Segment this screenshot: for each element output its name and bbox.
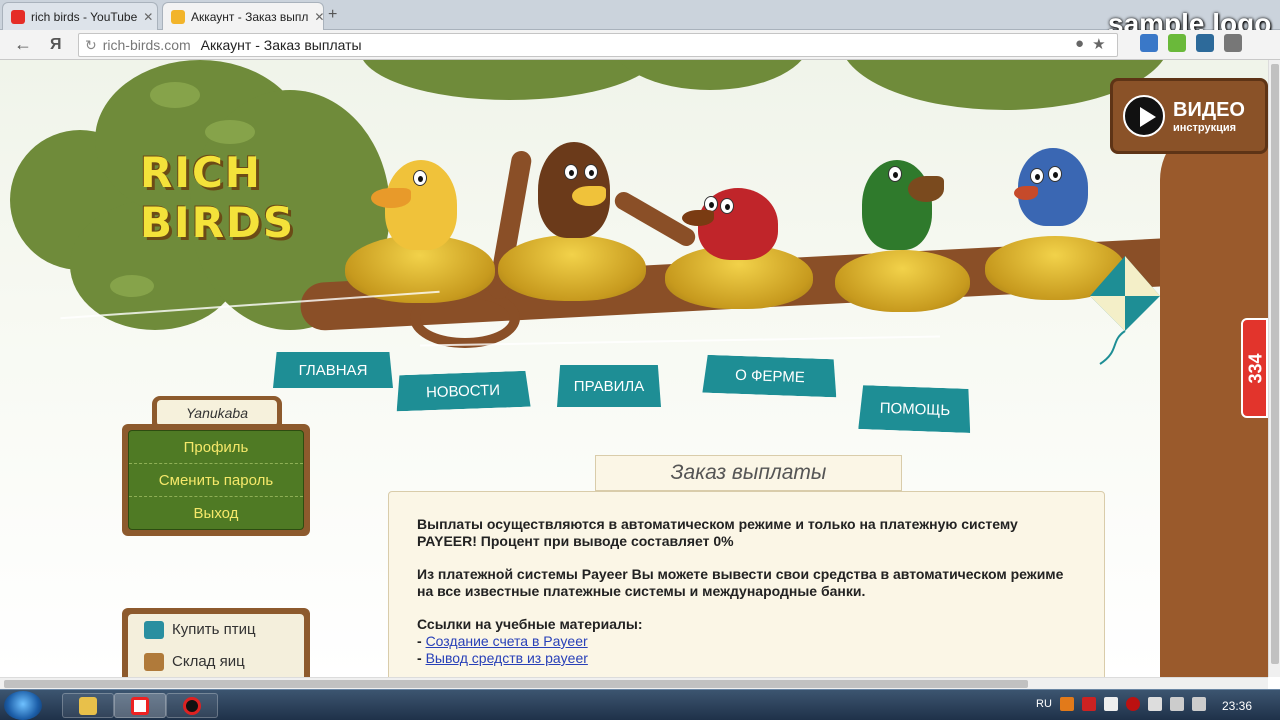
vertical-scrollbar[interactable] (1268, 60, 1280, 677)
back-arrow-icon[interactable]: ← (14, 34, 32, 55)
download-arrow-icon[interactable] (1168, 34, 1186, 52)
cart-icon (144, 621, 164, 639)
content-box: Выплаты осуществляются в автоматическом … (388, 491, 1105, 677)
tab-youtube[interactable]: rich birds - YouTube ✕ (2, 2, 158, 30)
video-instruction-button[interactable]: ВИДЕО инструкция (1110, 78, 1268, 154)
menu-label: Купить птиц (172, 621, 256, 638)
menu-profile[interactable]: Профиль (129, 431, 303, 464)
record-icon (183, 696, 201, 715)
extension-icon[interactable] (1140, 34, 1158, 52)
tree-foliage (110, 275, 154, 297)
bullet: - (417, 633, 426, 649)
browser-tab-bar: rich birds - YouTube ✕ Аккаунт - Заказ в… (0, 0, 1280, 39)
flag-icon[interactable] (1147, 697, 1162, 711)
system-tray: RU (1036, 697, 1206, 711)
user-menu: Профиль Сменить пароль Выход (122, 424, 310, 536)
reload-icon[interactable]: ↻ (85, 37, 97, 54)
green-bird[interactable] (862, 160, 944, 250)
scroll-thumb[interactable] (1271, 64, 1279, 664)
url-field[interactable]: ↻ rich-birds.com Аккаунт - Заказ выплаты (78, 33, 1118, 57)
url-domain: rich-birds.com (102, 37, 191, 53)
nest (498, 235, 646, 301)
links-section: Ссылки на учебные материалы: - Создание … (417, 616, 1076, 667)
content-title: Заказ выплаты (595, 455, 902, 491)
links-heading: Ссылки на учебные материалы: (417, 616, 643, 632)
site-favicon-icon (171, 9, 185, 24)
menu-change-password[interactable]: Сменить пароль (129, 464, 303, 497)
start-button[interactable] (4, 691, 42, 720)
menu-buy-birds[interactable]: Купить птиц (128, 614, 304, 646)
taskbar-yandex-browser[interactable] (114, 693, 166, 718)
tree-foliage (205, 120, 255, 144)
lightbulb-icon[interactable]: ● (1075, 35, 1084, 53)
tree-foliage (610, 60, 810, 90)
link-create-payeer-account[interactable]: Создание счета в Payeer (426, 633, 588, 649)
site-logo[interactable]: RICH BIRDS (140, 148, 295, 248)
side-counter-badge[interactable]: 334 (1241, 318, 1268, 418)
nav-home[interactable]: ГЛАВНАЯ (273, 352, 393, 388)
play-icon (1123, 95, 1165, 137)
kite-decoration (1090, 256, 1160, 365)
payout-info: Выплаты осуществляются в автоматическом … (417, 516, 1018, 549)
tray-icon[interactable] (1081, 697, 1096, 711)
volume-icon[interactable] (1191, 697, 1206, 711)
nest (835, 250, 970, 312)
tab-title: rich birds - YouTube (31, 9, 138, 24)
close-icon[interactable]: ✕ (137, 10, 153, 24)
video-subtitle: инструкция (1173, 121, 1237, 134)
tray-icon[interactable] (1103, 697, 1118, 711)
yellow-bird[interactable] (371, 160, 457, 250)
taskbar-explorer[interactable] (62, 693, 114, 718)
page-viewport: RICH BIRDS ВИДЕО инструкция 334 ГЛАВНАЯ … (0, 60, 1268, 677)
url-page-title: Аккаунт - Заказ выплаты (200, 37, 362, 53)
windows-taskbar: RU 23:36 (0, 689, 1280, 720)
star-icon[interactable]: ★ (1092, 35, 1105, 53)
address-icons: ● ★ (1075, 35, 1106, 53)
link-row: - Создание счета в Payeer (417, 633, 1076, 650)
tab-title: Аккаунт - Заказ выпл (191, 9, 309, 24)
tray-icon[interactable] (1125, 697, 1140, 711)
blue-bird[interactable] (1014, 148, 1088, 226)
bookmark-icon[interactable] (1196, 34, 1214, 52)
tree-foliage (360, 60, 660, 100)
red-bird[interactable] (682, 188, 778, 260)
close-icon[interactable]: ✕ (308, 10, 323, 24)
tray-icon[interactable] (1059, 697, 1074, 711)
yandex-browser-icon (131, 696, 149, 715)
nav-help[interactable]: ПОМОЩЬ (858, 385, 971, 433)
new-tab-button[interactable]: + (328, 6, 337, 24)
extension-icons (1140, 34, 1242, 52)
horizontal-scrollbar[interactable] (0, 677, 1268, 689)
payeer-info: Из платежной системы Payeer Вы можете вы… (417, 566, 1064, 599)
nav-news[interactable]: НОВОСТИ (395, 371, 530, 412)
tree-foliage (150, 82, 200, 108)
folder-icon (79, 696, 97, 715)
link-row: - Вывод средств из payeer (417, 650, 1076, 667)
menu-label: Склад яиц (172, 653, 245, 670)
language-indicator[interactable]: RU (1036, 698, 1052, 710)
shop-menu: Купить птиц Склад яиц (122, 608, 310, 677)
network-icon[interactable] (1169, 697, 1184, 711)
taskbar-recorder[interactable] (166, 693, 218, 718)
box-icon (144, 653, 164, 671)
video-title: ВИДЕО (1173, 98, 1245, 121)
scroll-thumb[interactable] (4, 680, 1028, 688)
youtube-icon (11, 9, 25, 24)
brown-bird[interactable] (538, 142, 610, 238)
username: Yanukaba (157, 400, 277, 426)
menu-logout[interactable]: Выход (129, 497, 303, 530)
tab-account[interactable]: Аккаунт - Заказ выпл ✕ (162, 2, 324, 30)
counter-value: 334 (1245, 353, 1266, 384)
download-icon[interactable] (1224, 34, 1242, 52)
menu-egg-storage[interactable]: Склад яиц (128, 646, 304, 677)
clock[interactable]: 23:36 (1222, 699, 1252, 713)
nav-about-farm[interactable]: О ФЕРМЕ (702, 355, 837, 398)
logo-line: BIRDS (140, 198, 296, 247)
address-bar: ← Я ↻ rich-birds.com Аккаунт - Заказ вып… (0, 30, 1280, 60)
nav-rules[interactable]: ПРАВИЛА (557, 365, 661, 407)
logo-line: RICH (140, 148, 262, 197)
bullet: - (417, 650, 426, 666)
yandex-button[interactable]: Я (50, 36, 62, 54)
link-withdraw-from-payeer[interactable]: Вывод средств из payeer (426, 650, 588, 666)
